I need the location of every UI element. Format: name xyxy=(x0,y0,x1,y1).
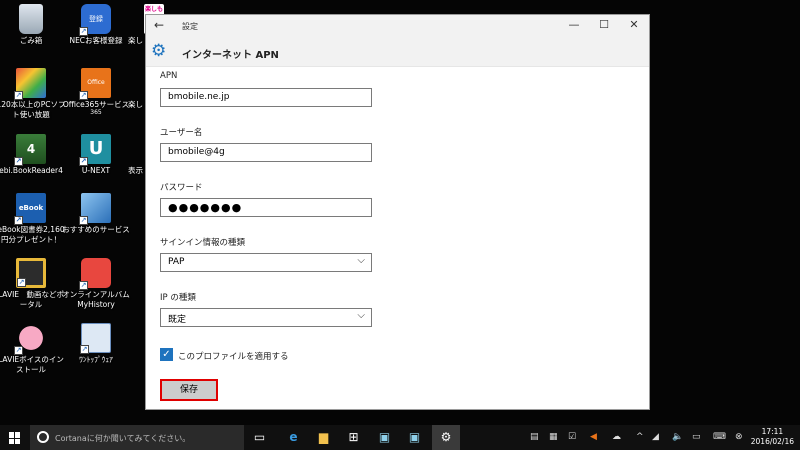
desktop-icon-recycle-bin[interactable]: ごみ箱 xyxy=(0,4,67,46)
action-center-icon[interactable]: ▭ xyxy=(692,432,701,442)
show-hidden-icons-icon[interactable]: ^ xyxy=(636,432,644,442)
desktop-icon-lavie-portal[interactable]: ↗ LAVIE 動画などポータル xyxy=(0,258,67,310)
checkmark-icon: ✓ xyxy=(162,349,171,360)
desktop-icon-onetopware[interactable]: ↗ ﾜﾝﾄｯﾌﾟｳｪｱ xyxy=(60,323,132,365)
edge-browser-icon[interactable]: e xyxy=(285,429,302,446)
nec-registration-icon: 登録 ↗ xyxy=(79,4,111,36)
file-explorer-icon[interactable]: ▆ xyxy=(315,429,332,446)
tray-check-icon[interactable]: ☑ xyxy=(568,432,576,442)
desktop-icon-recommended[interactable]: ↗ おすすめのサービス xyxy=(60,193,132,235)
desktop-icon-lavie-voice[interactable]: ↗ LAVIEボイスのインストール xyxy=(0,323,67,375)
desktop-icon-ebook[interactable]: eBook ↗ eBook図書券2,160円分プレゼント！ xyxy=(0,193,67,245)
password-input[interactable]: ●●●●●●● xyxy=(160,198,372,217)
username-label: ユーザー名 xyxy=(160,128,203,138)
apn-input[interactable]: bmobile.ne.jp xyxy=(160,88,372,107)
save-button[interactable]: 保存 xyxy=(160,379,218,401)
page-title: インターネット APN xyxy=(182,50,279,61)
window-title: 設定 xyxy=(182,22,198,31)
voice-character-icon: ↗ xyxy=(14,323,46,355)
cortana-icon xyxy=(37,431,49,443)
apn-label: APN xyxy=(160,71,178,81)
close-icon[interactable]: ✕ xyxy=(624,18,644,31)
page-header: ⚙ インターネット APN xyxy=(146,37,649,67)
settings-window: ← 設定 — ☐ ✕ ⚙ インターネット APN APN bmobile.ne.… xyxy=(145,14,650,410)
app-icon-1[interactable]: ▣ xyxy=(376,429,393,446)
cortana-search-box[interactable]: Cortanaに何か聞いてみてください。 xyxy=(30,425,244,450)
maximize-icon[interactable]: ☐ xyxy=(594,18,614,31)
back-arrow-icon[interactable]: ← xyxy=(154,18,164,32)
clock-date: 2016/02/16 xyxy=(750,437,794,446)
recommended-icon: ↗ xyxy=(79,193,111,225)
tray-calendar-icon[interactable]: ▦ xyxy=(549,432,558,442)
signin-type-select[interactable]: PAP ⌵ xyxy=(160,253,372,272)
signin-type-label: サインイン情報の種類 xyxy=(160,238,246,248)
chevron-down-icon: ⌵ xyxy=(357,255,365,266)
office365-icon: Office 365 ↗ xyxy=(79,68,111,116)
gear-icon: ⚙ xyxy=(151,41,167,61)
minimize-icon[interactable]: — xyxy=(564,18,584,31)
onetopware-icon: ↗ xyxy=(80,323,111,354)
ip-type-select[interactable]: 既定 ⌵ xyxy=(160,308,372,327)
desktop-icon-ebi-bookreader[interactable]: 4 ↗ ebi.BookReader4 xyxy=(0,134,67,176)
recycle-bin-icon xyxy=(19,4,43,34)
search-placeholder: Cortanaに何か聞いてみてください。 xyxy=(55,434,191,443)
keyboard-icon[interactable]: ⌨ xyxy=(713,432,726,442)
bookreader-icon: 4 ↗ xyxy=(14,134,46,166)
u-next-icon: U ↗ xyxy=(79,134,111,166)
tray-audio-alert-icon[interactable]: ◀ xyxy=(590,432,597,442)
taskbar: Cortanaに何か聞いてみてください。 ▭ e ▆ ⊞ ▣ ▣ ⚙ ▤ ▦ ☑… xyxy=(0,425,800,450)
username-input[interactable]: bmobile@4g xyxy=(160,143,372,162)
notification-close-icon[interactable]: ⊗ xyxy=(735,432,743,442)
ip-type-value: 既定 xyxy=(168,315,187,325)
chevron-down-icon: ⌵ xyxy=(357,310,365,321)
settings-taskbar-icon[interactable]: ⚙ xyxy=(432,425,460,450)
store-icon[interactable]: ⊞ xyxy=(345,429,362,446)
start-button[interactable] xyxy=(0,425,30,450)
network-signal-icon[interactable]: ◢ xyxy=(652,432,659,442)
task-view-icon[interactable]: ▭ xyxy=(251,429,268,446)
signin-type-value: PAP xyxy=(168,257,185,267)
ip-type-label: IP の種類 xyxy=(160,293,196,303)
system-clock[interactable]: 17:11 2016/02/16 xyxy=(751,427,794,447)
onedrive-icon[interactable]: ☁ xyxy=(612,432,621,442)
windows-logo-icon xyxy=(9,432,21,444)
apply-profile-checkbox[interactable]: ✓ xyxy=(160,348,173,361)
album-camera-icon: ↗ xyxy=(79,258,111,290)
clock-time: 17:11 xyxy=(761,427,784,436)
volume-icon[interactable]: 🔈 xyxy=(672,432,683,442)
desktop-icon-myhistory[interactable]: ↗ オンラインアルバムMyHistory xyxy=(60,258,132,310)
title-bar: ← 設定 — ☐ ✕ xyxy=(146,15,649,37)
portal-film-icon: ↗ xyxy=(16,258,46,288)
desktop-icon-pc-software[interactable]: ↗ 120本以上のPCソフト使い放題 xyxy=(0,68,67,120)
app-icon-2[interactable]: ▣ xyxy=(406,429,423,446)
password-label: パスワード xyxy=(160,183,203,193)
ebook-icon: eBook ↗ xyxy=(14,193,46,225)
tray-app-icon[interactable]: ▤ xyxy=(530,432,539,442)
apply-profile-label: このプロファイルを適用する xyxy=(178,352,289,362)
software-cube-icon: ↗ xyxy=(14,68,46,100)
